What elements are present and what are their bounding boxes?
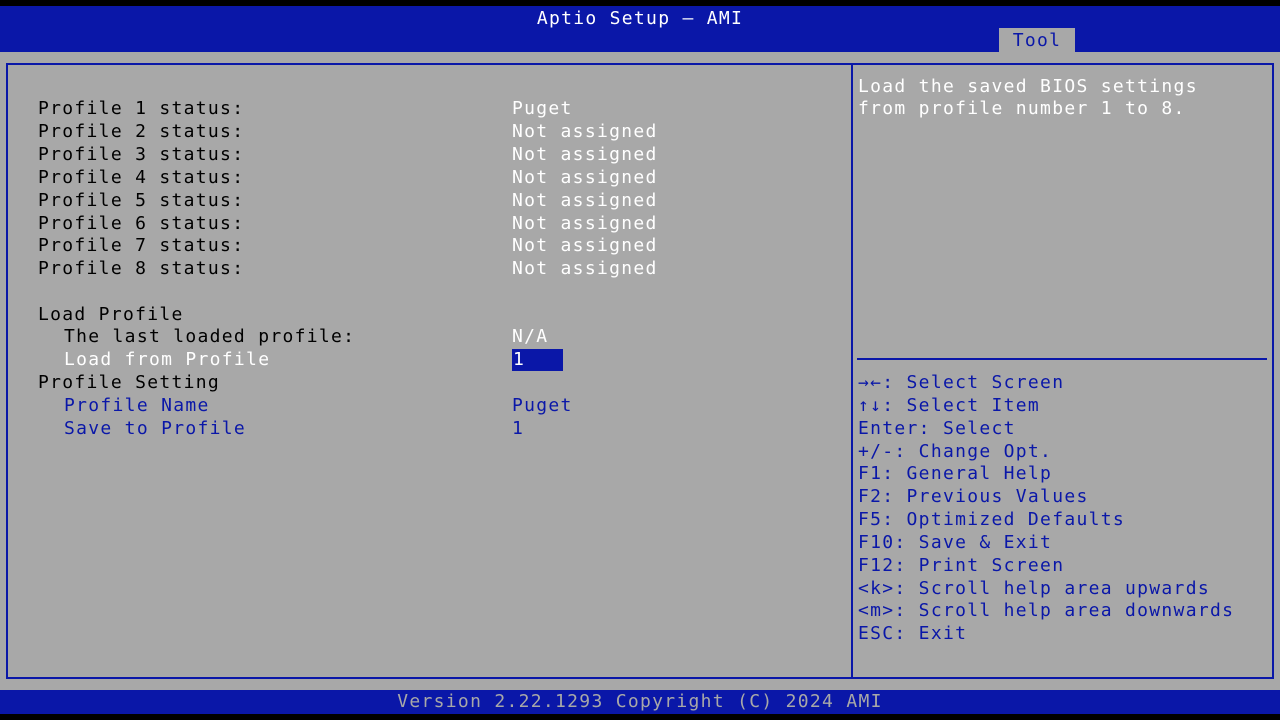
profile-4-status-value: Not assigned bbox=[512, 167, 658, 188]
key-hint-general-help: F1: General Help bbox=[858, 463, 1053, 484]
help-divider bbox=[857, 358, 1267, 360]
key-hint-scroll-up: <k>: Scroll help area upwards bbox=[858, 578, 1210, 599]
header-bar: Aptio Setup – AMI Tool bbox=[0, 6, 1280, 52]
profile-7-status-label: Profile 7 status: bbox=[38, 235, 245, 256]
version-footer: Version 2.22.1293 Copyright (C) 2024 AMI bbox=[0, 690, 1280, 714]
last-loaded-profile-value: N/A bbox=[512, 326, 549, 347]
app-title: Aptio Setup – AMI bbox=[536, 8, 744, 29]
profile-2-status-value: Not assigned bbox=[512, 121, 658, 142]
profile-3-status-label: Profile 3 status: bbox=[38, 144, 245, 165]
key-hint-save-exit: F10: Save & Exit bbox=[858, 532, 1053, 553]
profile-3-status-value: Not assigned bbox=[512, 144, 658, 165]
key-hint-enter: Enter: Select bbox=[858, 418, 1016, 439]
load-from-profile-value[interactable]: 1 bbox=[512, 349, 563, 371]
load-from-profile-item[interactable]: Load from Profile bbox=[64, 348, 270, 371]
profile-8-status-label: Profile 8 status: bbox=[38, 258, 245, 279]
save-to-profile-item[interactable]: Save to Profile bbox=[64, 417, 246, 440]
profile-name-item[interactable]: Profile Name bbox=[64, 394, 210, 417]
profile-5-status-label: Profile 5 status: bbox=[38, 190, 245, 211]
save-to-profile-value[interactable]: 1 bbox=[512, 417, 524, 440]
profile-6-status-label: Profile 6 status: bbox=[38, 213, 245, 234]
key-hint-select-screen: →←: Select Screen bbox=[858, 372, 1065, 393]
key-hint-change-opt: +/-: Change Opt. bbox=[858, 441, 1053, 462]
profile-6-status-value: Not assigned bbox=[512, 213, 658, 234]
help-text-line: from profile number 1 to 8. bbox=[858, 98, 1186, 119]
profile-1-status-value: Puget bbox=[512, 98, 573, 119]
profile-4-status-label: Profile 4 status: bbox=[38, 167, 245, 188]
key-hint-esc-exit: ESC: Exit bbox=[858, 623, 968, 644]
profile-7-status-value: Not assigned bbox=[512, 235, 658, 256]
profile-1-status-label: Profile 1 status: bbox=[38, 98, 245, 119]
load-profile-heading: Load Profile bbox=[38, 304, 184, 325]
profile-2-status-label: Profile 2 status: bbox=[38, 121, 245, 142]
profile-setting-heading: Profile Setting bbox=[38, 372, 221, 393]
key-hint-previous-values: F2: Previous Values bbox=[858, 486, 1089, 507]
tab-tool[interactable]: Tool bbox=[999, 28, 1075, 52]
profile-5-status-value: Not assigned bbox=[512, 190, 658, 211]
bottom-border bbox=[0, 714, 1280, 720]
key-hint-optimized-defaults: F5: Optimized Defaults bbox=[858, 509, 1126, 530]
key-hint-select-item: ↑↓: Select Item bbox=[858, 395, 1041, 416]
last-loaded-profile-label: The last loaded profile: bbox=[64, 326, 356, 347]
key-hint-print-screen: F12: Print Screen bbox=[858, 555, 1065, 576]
key-hint-scroll-down: <m>: Scroll help area downwards bbox=[858, 600, 1235, 621]
profile-8-status-value: Not assigned bbox=[512, 258, 658, 279]
profile-name-value[interactable]: Puget bbox=[512, 394, 573, 417]
help-text-line: Load the saved BIOS settings bbox=[858, 76, 1198, 97]
